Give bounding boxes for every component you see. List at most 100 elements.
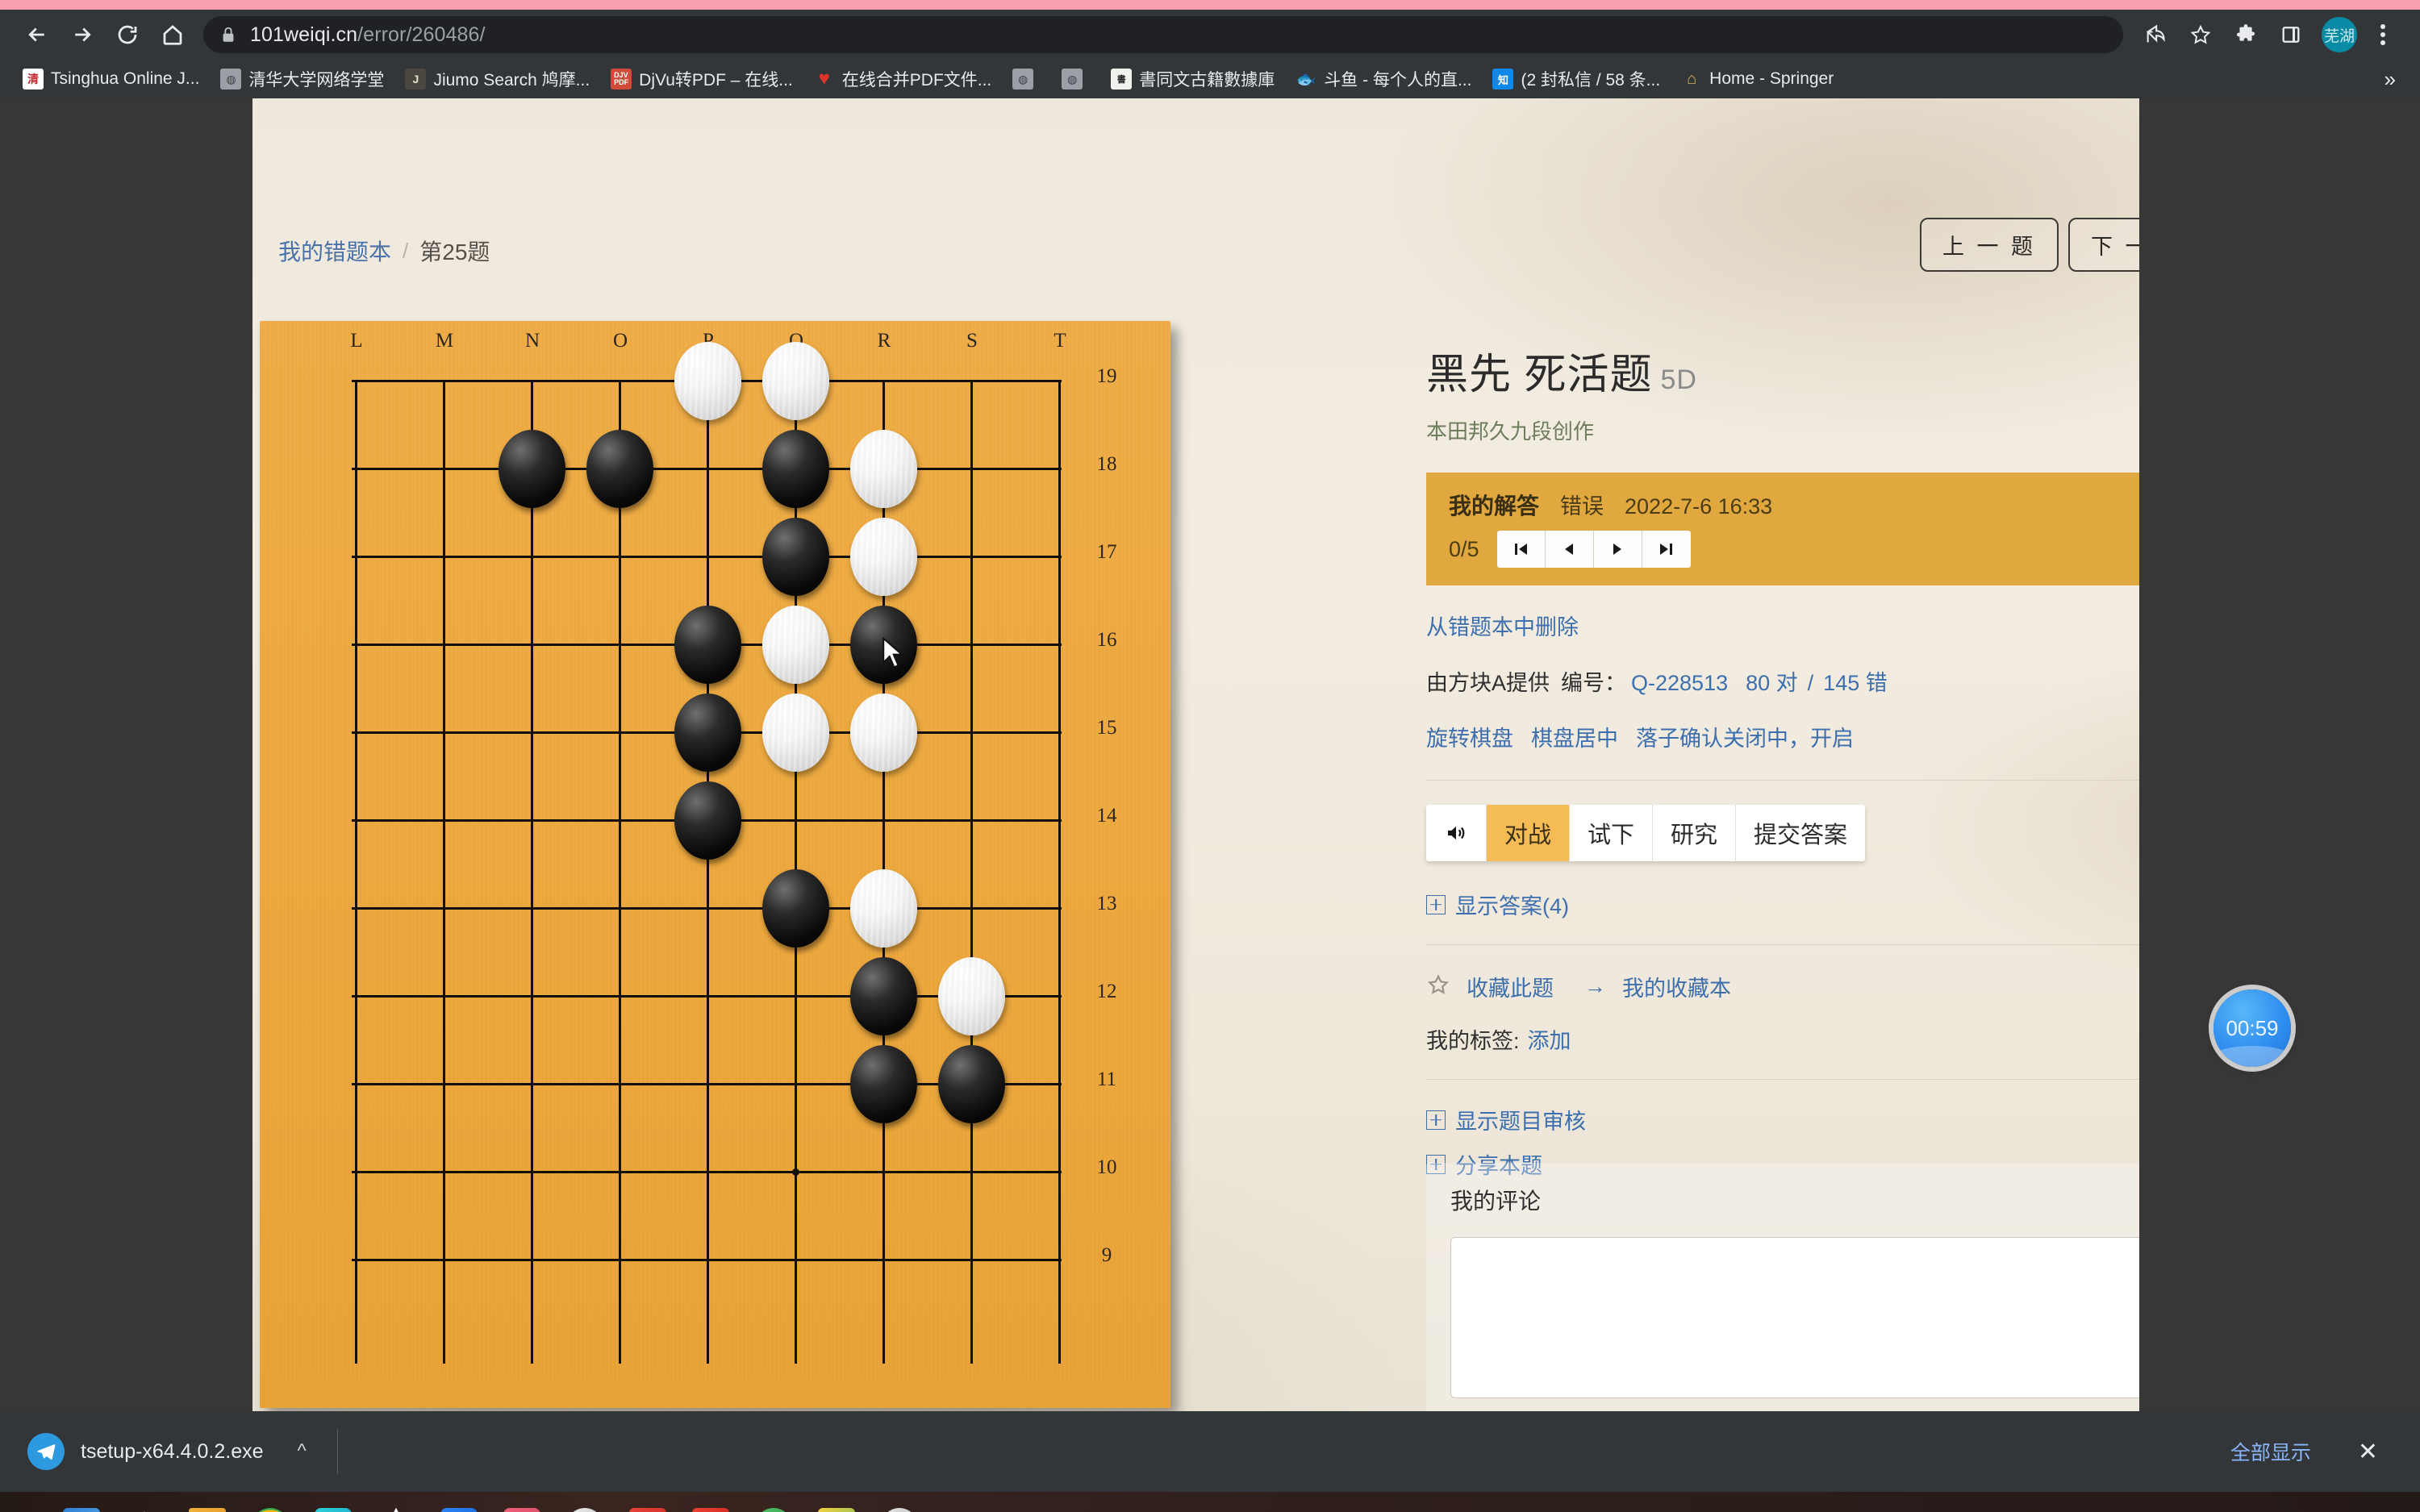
taskbar-app-icon[interactable] [692,1507,729,1512]
go-stone-white[interactable] [762,342,829,420]
favorite-this-problem-link[interactable]: 收藏此题 [1467,971,1554,1002]
go-stone-black[interactable] [499,430,565,508]
go-stone-black[interactable] [762,430,829,508]
bookmark-star-icon[interactable] [2180,14,2222,56]
zhihu-icon: 知 [1492,69,1514,90]
first-move-button[interactable] [1496,531,1546,568]
go-stone-white[interactable] [674,342,741,420]
go-stone-white[interactable] [850,518,917,596]
breadcrumb-link-mistakes[interactable]: 我的错题本 [278,235,391,267]
last-move-button[interactable] [1642,531,1691,568]
go-stone-white[interactable] [762,694,829,772]
taskbar-app-icon[interactable] [378,1507,415,1512]
go-stone-black[interactable] [762,869,829,948]
go-stone-black[interactable] [850,1045,917,1123]
taskbar-app-icon[interactable] [315,1507,352,1512]
back-button[interactable] [15,12,60,57]
study-button[interactable]: 研究 [1653,805,1737,861]
taskbar-app-icon[interactable] [503,1507,540,1512]
add-tag-link[interactable]: 添加 [1528,1023,1571,1055]
taskbar-app-icon[interactable] [129,1511,160,1512]
bookmark-label: Tsinghua Online J... [51,69,200,88]
battle-button[interactable]: 对战 [1487,805,1571,861]
prev-problem-button[interactable]: 上 一 题 [1919,218,2059,272]
bookmark-item[interactable]: ◍ [1003,65,1050,94]
taskbar-app-icon[interactable] [440,1507,478,1512]
bookmark-item[interactable]: ◍ 清华大学网络学堂 [211,63,394,95]
share-icon[interactable] [2134,14,2176,56]
taskbar-app-icon[interactable] [881,1507,918,1512]
reload-button[interactable] [105,12,150,57]
close-download-bar-button[interactable]: ✕ [2343,1438,2393,1466]
speaker-icon[interactable] [1426,805,1487,861]
taskbar-app-icon[interactable] [818,1507,855,1512]
go-stone-white[interactable] [762,606,829,684]
bookmark-item[interactable]: 清 Tsinghua Online J... [13,65,209,94]
submit-answer-button[interactable]: 提交答案 [1736,805,1866,861]
taskbar-app-icon[interactable] [755,1507,792,1512]
move-confirm-toggle-link[interactable]: 落子确认关闭中，开启 [1636,721,1854,752]
bookmarks-bar: 清 Tsinghua Online J... ◍ 清华大学网络学堂 J Jiumo S… [0,60,2420,98]
go-board-container[interactable]: L M N O P Q R S T 19 18 17 16 15 14 13 12 11 10 9 [260,321,1170,1408]
go-stone-black[interactable] [850,606,917,684]
go-stone-black[interactable] [850,957,917,1035]
show-review-label: 显示题目审核 [1455,1110,1586,1134]
countdown-timer[interactable]: 00:59 [2213,989,2291,1067]
go-stone-white[interactable] [850,694,917,772]
next-move-button[interactable] [1593,531,1642,568]
bookmark-item[interactable]: ♥ 在线合并PDF文件... [804,63,1002,95]
djvu-pdf-icon: DJV PDF [611,69,632,90]
globe-icon: ◍ [220,69,242,90]
taskbar-file-explorer-icon[interactable] [189,1507,226,1512]
download-bar: tsetup-x64.4.0.2.exe ^ 全部显示 ✕ [0,1411,2420,1492]
show-all-downloads-button[interactable]: 全部显示 [2213,1429,2329,1474]
forward-button[interactable] [60,12,105,57]
prev-move-button[interactable] [1545,531,1594,568]
star-outline-icon[interactable] [1426,973,1450,1001]
bookmarks-overflow-button[interactable]: » [2373,67,2407,92]
expand-plus-icon [1426,1110,1446,1130]
taskbar-app-icon[interactable] [629,1507,666,1512]
taskbar-app-icon[interactable] [566,1507,603,1512]
go-stone-black[interactable] [674,781,741,860]
taskbar-chrome-icon[interactable] [252,1507,289,1512]
rotate-board-link[interactable]: 旋转棋盘 [1426,721,1513,752]
go-stone-black[interactable] [586,430,653,508]
sidepanel-icon[interactable] [2270,14,2312,56]
go-stone-white[interactable] [850,869,917,948]
tsinghua-icon: 清 [23,69,44,90]
board-grid-line-vertical [970,380,973,1364]
go-stone-black[interactable] [938,1045,1005,1123]
bookmark-item[interactable]: 🐟 斗鱼 - 每个人的直... [1286,63,1481,95]
go-stone-black[interactable] [674,606,741,684]
browser-menu-icon[interactable] [2367,24,2399,45]
go-stone-white[interactable] [850,430,917,508]
bookmark-item[interactable]: DJV PDF DjVu转PDF – 在线... [601,63,803,95]
profile-avatar[interactable]: 芜湖 [2322,17,2357,52]
problem-action-bar: 对战 试下 研究 提交答案 [1426,805,1866,861]
go-board[interactable]: L M N O P Q R S T 19 18 17 16 15 14 13 12 11 10 9 [260,321,1170,1408]
download-item[interactable]: tsetup-x64.4.0.2.exe ^ [27,1433,307,1470]
my-favorites-link[interactable]: 我的收藏本 [1622,971,1731,1002]
board-row-label: 14 [1096,805,1117,827]
go-stone-black[interactable] [674,694,741,772]
bookmark-item[interactable]: 書書同文古籍數據庫 [1101,63,1284,95]
bookmark-item[interactable]: ⌂ Home - Springer [1671,65,1843,94]
my-answer-timestamp: 2022-7-6 16:33 [1625,494,1773,519]
bookmark-item[interactable]: J Jiumo Search 鸠摩... [395,63,599,95]
bookmark-item[interactable]: ◍ [1052,65,1099,94]
tab-strip-accent [0,0,2420,10]
bookmark-label: (2 封私信 / 58 条... [1521,71,1661,90]
home-button[interactable] [150,12,195,57]
extensions-puzzle-icon[interactable] [2225,14,2267,56]
board-row-label: 17 [1096,541,1117,563]
bookmark-item[interactable]: 知 (2 封私信 / 58 条... [1483,63,1670,95]
heart-icon: ♥ [818,69,830,90]
go-stone-white[interactable] [938,957,1005,1035]
taskbar-start-icon[interactable] [63,1507,100,1512]
go-stone-black[interactable] [762,518,829,596]
center-board-link[interactable]: 棋盘居中 [1531,721,1618,752]
chevron-up-icon[interactable]: ^ [298,1440,307,1463]
address-bar[interactable]: 101weiqi.cn/error/260486/ [203,16,2123,53]
try-button[interactable]: 试下 [1570,805,1654,861]
